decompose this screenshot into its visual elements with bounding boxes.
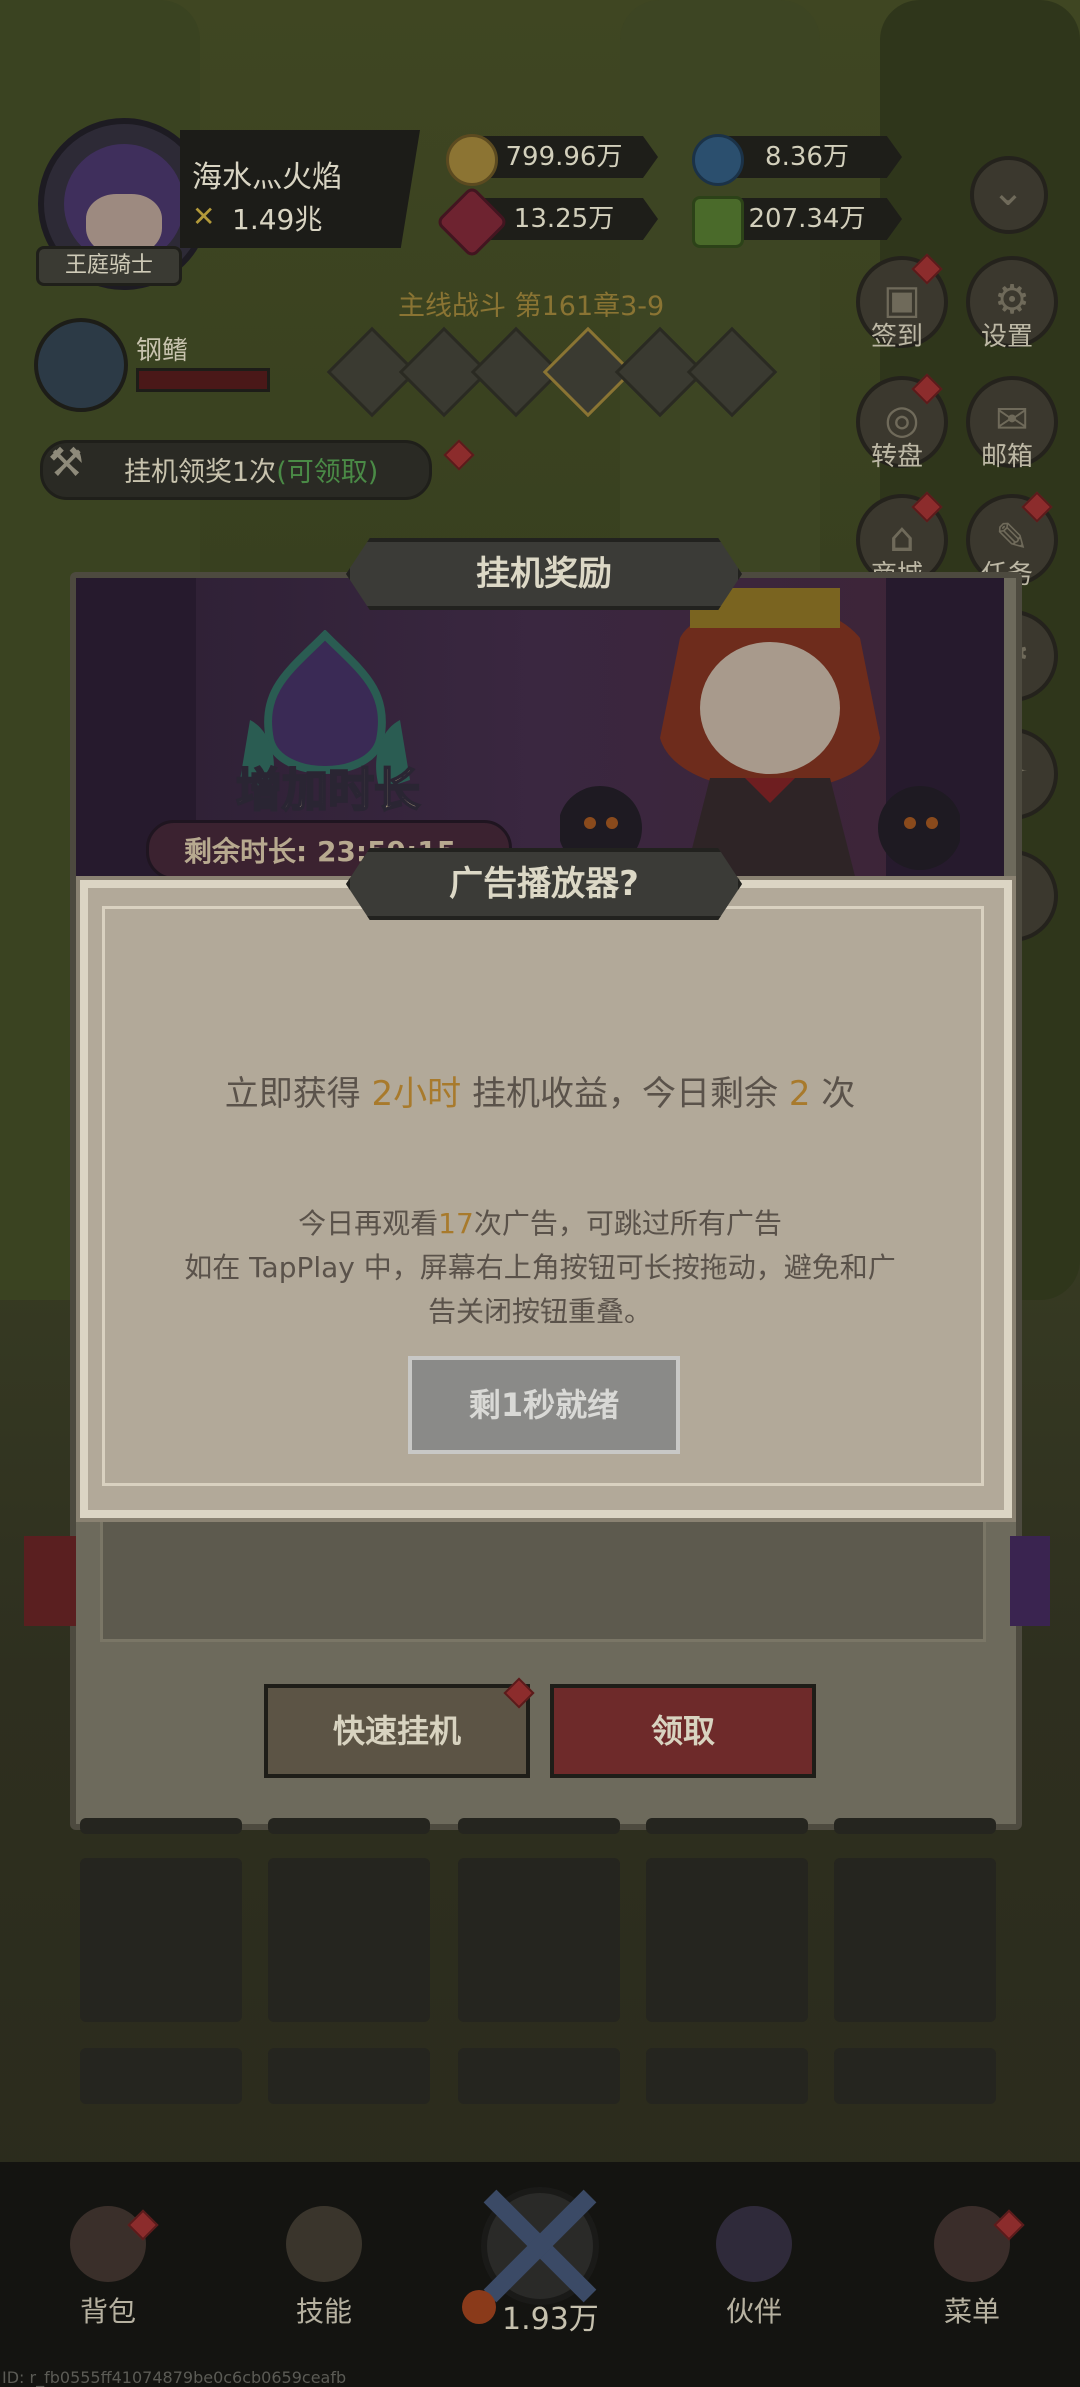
player-power: 1.49兆	[232, 203, 323, 236]
collapse-button[interactable]: ⌄	[970, 156, 1048, 234]
chevron-down-icon: ⌄	[991, 169, 1025, 215]
ad-skip-line: 今日再观看17次广告，可跳过所有广告	[298, 1207, 782, 1240]
nav-bag-label: 背包	[79, 2295, 136, 2328]
grid-slot[interactable]	[458, 1858, 620, 2022]
pet-avatar[interactable]	[34, 318, 128, 412]
reward-items-area	[100, 1500, 986, 1642]
wheel-label: 转盘	[870, 442, 923, 472]
axe-icon: ⚒	[48, 440, 84, 486]
nav-battle-power: 1.93万	[502, 2302, 599, 2337]
ad-ready-button[interactable]: 剩1秒就绪	[408, 1356, 680, 1454]
ad-reward-line: 立即获得 2小时 挂机收益，今日剩余 2 次	[224, 1074, 856, 1114]
pet-name: 钢鳍	[136, 336, 189, 366]
checkin-label: 签到	[870, 322, 923, 352]
grid-slot[interactable]	[80, 2048, 242, 2104]
cash-icon	[692, 196, 744, 248]
quick-idle-button[interactable]: 快速挂机	[264, 1684, 530, 1778]
nav-menu-label: 菜单	[943, 2295, 1000, 2328]
grid-slot[interactable]	[646, 1858, 808, 2022]
ad-tip-line-1: 如在 TapPlay 中，屏幕右上角按钮可长按拖动，避免和广	[184, 1251, 896, 1284]
banner-title: 增加时长	[235, 762, 421, 818]
grid-slot[interactable]	[834, 1858, 996, 2022]
power-swords-icon: ✕	[192, 200, 216, 233]
grid-slot[interactable]	[268, 1858, 430, 2022]
nav-partner[interactable]: 伙伴	[694, 2206, 814, 2328]
diamond-icon	[692, 134, 744, 186]
ad-tip-line-2: 告关闭按钮重叠。	[427, 1295, 652, 1328]
nav-partner-label: 伙伴	[725, 2295, 782, 2328]
grid-slot[interactable]	[80, 1858, 242, 2022]
power-orb-icon	[462, 2290, 496, 2324]
partner-wings-icon	[716, 2206, 792, 2282]
grid-slot[interactable]	[646, 2048, 808, 2104]
gold-counter: 799.96万	[470, 136, 658, 178]
claim-button[interactable]: 领取	[550, 1684, 816, 1778]
grid-slot[interactable]	[268, 2048, 430, 2104]
footer-id: ID: r_fb0555ff41074879be0c6cb0659ceafb	[2, 2368, 347, 2387]
settings-label: 设置	[980, 322, 1033, 352]
reward-panel-title: 挂机奖励	[346, 538, 742, 610]
mail-label: 邮箱	[980, 442, 1033, 472]
ad-dialog-title: 广告播放器?	[346, 848, 742, 920]
idle-reward-text[interactable]: 挂机领奖1次(可领取)	[124, 450, 378, 489]
player-name: 海水灬火焰	[192, 160, 342, 195]
stage-label: 主线战斗 第161章3-9	[398, 291, 665, 322]
nav-skills[interactable]: 技能	[264, 2206, 384, 2328]
nav-skills-label: 技能	[295, 2295, 352, 2328]
skill-scroll-icon	[286, 2206, 362, 2282]
player-rank-tag: 王庭骑士	[36, 246, 182, 286]
right-edge-card	[1010, 1536, 1050, 1626]
pet-health-bar	[136, 368, 270, 392]
left-edge-card	[24, 1536, 76, 1626]
grid-slot[interactable]	[458, 2048, 620, 2104]
gold-coin-icon	[446, 134, 498, 186]
grid-slot[interactable]	[834, 2048, 996, 2104]
menu-book-icon	[934, 2206, 1010, 2282]
